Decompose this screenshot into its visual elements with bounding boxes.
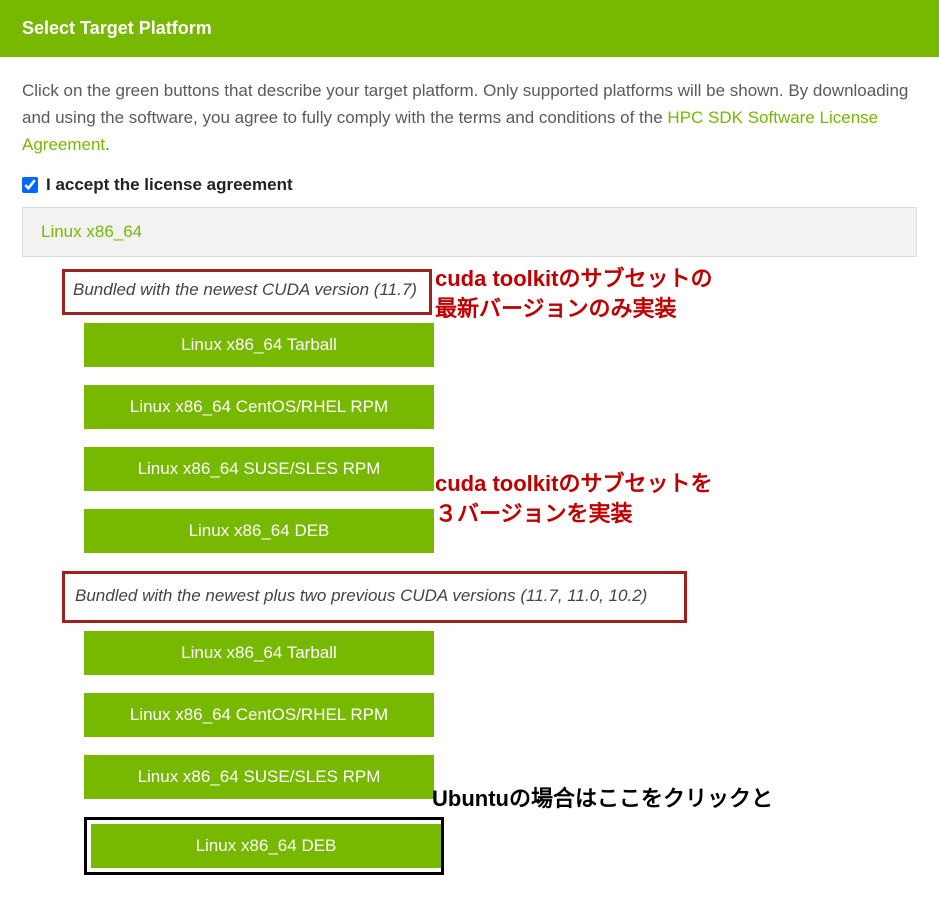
- annotation-multi: cuda toolkitのサブセットを ３バージョンを実装: [435, 469, 712, 528]
- page-title: Select Target Platform: [22, 18, 212, 38]
- annotation-text: ３バージョンを実装: [435, 501, 633, 526]
- desc-text-after: .: [105, 135, 110, 154]
- annotation-text: 最新バージョンのみ実装: [435, 296, 677, 321]
- download-suse-rpm-button[interactable]: Linux x86_64 SUSE/SLES RPM: [84, 447, 434, 491]
- download-centos-rpm-button[interactable]: Linux x86_64 CentOS/RHEL RPM: [84, 693, 434, 737]
- license-checkbox[interactable]: [22, 177, 38, 193]
- download-deb-button[interactable]: Linux x86_64 DEB: [84, 509, 434, 553]
- annotation-text: Ubuntuの場合はここをクリックと: [432, 786, 773, 811]
- platform-title: Linux x86_64: [41, 222, 142, 241]
- annotation-text: cuda toolkitのサブセットの: [435, 266, 712, 291]
- license-row: I accept the license agreement: [22, 175, 917, 195]
- platform-panel: Linux x86_64: [22, 207, 917, 257]
- download-centos-rpm-button[interactable]: Linux x86_64 CentOS/RHEL RPM: [84, 385, 434, 429]
- annotation-newest: cuda toolkitのサブセットの 最新バージョンのみ実装: [435, 264, 712, 323]
- download-deb-button[interactable]: Linux x86_64 DEB: [91, 824, 441, 868]
- download-tarball-button[interactable]: Linux x86_64 Tarball: [84, 323, 434, 367]
- download-tarball-button[interactable]: Linux x86_64 Tarball: [84, 631, 434, 675]
- download-suse-rpm-button[interactable]: Linux x86_64 SUSE/SLES RPM: [84, 755, 434, 799]
- annotation-text: cuda toolkitのサブセットを: [435, 471, 712, 496]
- platform-description: Click on the green buttons that describe…: [22, 77, 917, 159]
- bundle-multi-buttons: Linux x86_64 Tarball Linux x86_64 CentOS…: [84, 631, 917, 875]
- annotation-ubuntu: Ubuntuの場合はここをクリックと: [432, 784, 929, 814]
- page-header: Select Target Platform: [0, 0, 939, 57]
- bundle-multi-section: Bundled with the newest plus two previou…: [62, 571, 917, 875]
- license-label[interactable]: I accept the license agreement: [46, 175, 293, 195]
- deb-highlight-box: Linux x86_64 DEB: [84, 817, 444, 875]
- bundle-newest-header: Bundled with the newest CUDA version (11…: [62, 269, 432, 315]
- bundle-multi-header: Bundled with the newest plus two previou…: [62, 571, 687, 623]
